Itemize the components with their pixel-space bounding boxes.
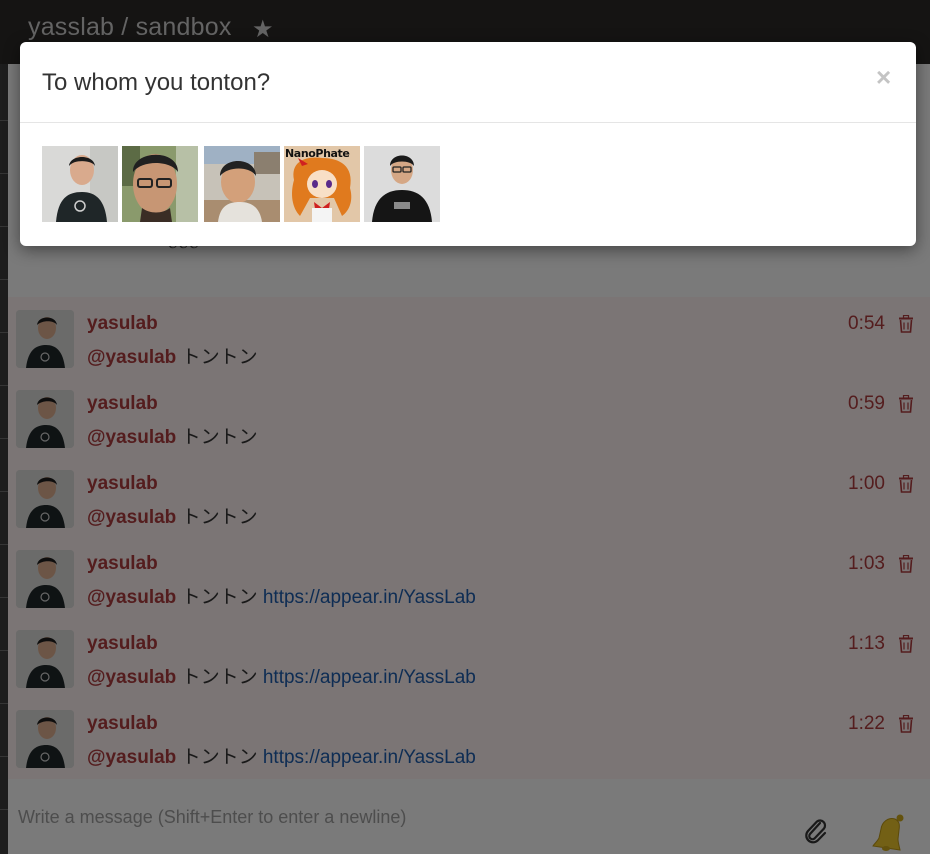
candidate-avatar[interactable] — [204, 146, 280, 222]
candidate-label: NanoPhate — [285, 147, 350, 160]
close-button[interactable]: × — [876, 62, 891, 93]
candidate-avatar[interactable] — [42, 146, 118, 222]
tonton-modal: To whom you tonton? × NanoPhate — [20, 42, 916, 246]
avatar-5 — [364, 146, 440, 222]
candidate-avatar[interactable] — [364, 146, 440, 222]
avatar-3 — [204, 146, 280, 222]
candidate-avatar[interactable]: NanoPhate — [284, 146, 360, 222]
avatar-1 — [42, 146, 118, 222]
modal-title: To whom you tonton? — [42, 69, 271, 96]
avatar-2 — [122, 146, 198, 222]
candidate-avatar[interactable] — [122, 146, 198, 222]
modal-divider — [20, 122, 916, 123]
